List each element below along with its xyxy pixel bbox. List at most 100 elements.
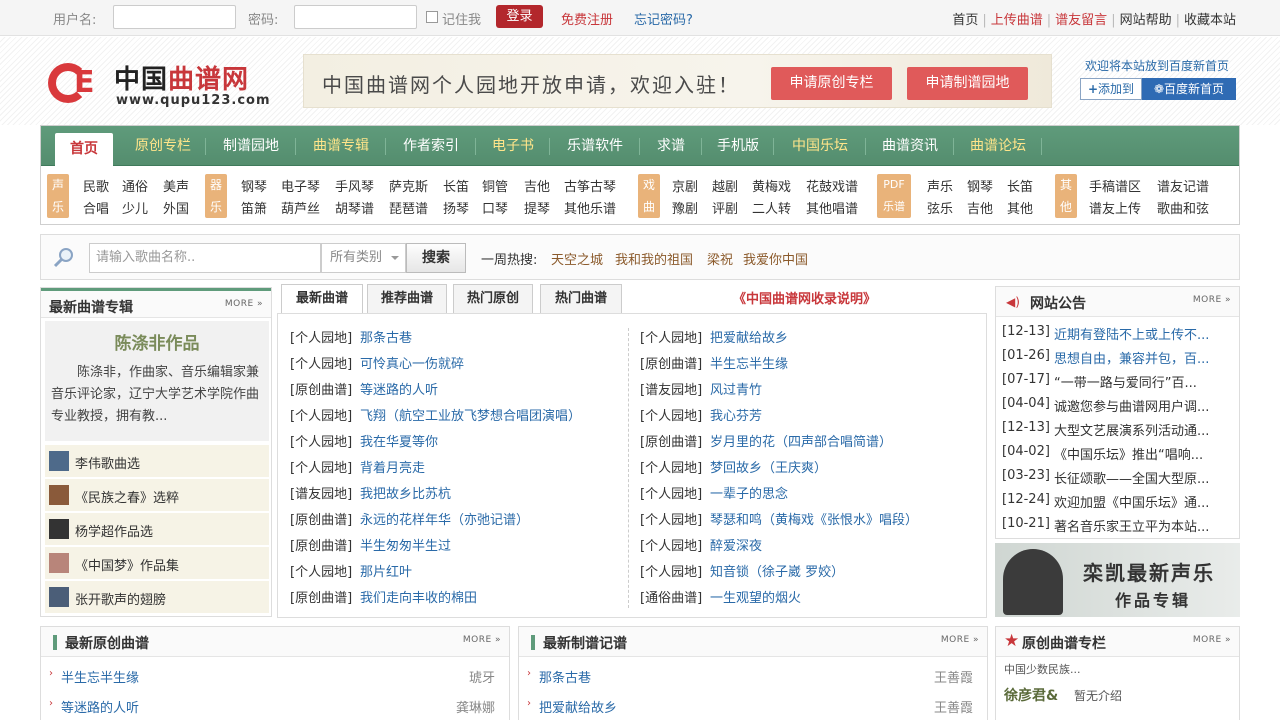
notice-more-link[interactable]: MORE » [1193, 295, 1231, 305]
subnav-link[interactable]: 美声 [163, 176, 189, 195]
tab-latest[interactable]: 最新曲谱 [281, 284, 363, 314]
promo-banner[interactable]: 栾凯最新声乐 作品专辑 [995, 543, 1240, 617]
baidu-homepage-button[interactable]: ❁百度新首页 [1142, 78, 1236, 100]
remember-checkbox[interactable] [426, 11, 438, 23]
tab-hot-scores[interactable]: 热门曲谱 [540, 284, 622, 314]
subnav-link[interactable]: 吉他 [967, 198, 993, 217]
subnav-link[interactable]: 谱友记谱 [1157, 176, 1209, 195]
subnav-link[interactable]: 外国 [163, 198, 189, 217]
subnav-link[interactable]: 评剧 [712, 198, 738, 217]
subnav-link[interactable]: 通俗 [122, 176, 148, 195]
register-link[interactable]: 免费注册 [561, 9, 613, 28]
score-link[interactable]: 半生忘半生缘 [710, 353, 788, 372]
notice-link[interactable]: 大型文艺展演系列活动通... [1054, 420, 1209, 439]
score-link[interactable]: 知音锁（徐子崴 罗姣） [710, 561, 844, 580]
score-link[interactable]: 我心芬芳 [710, 405, 762, 424]
subnav-link[interactable]: 钢琴 [241, 176, 267, 195]
notice-link[interactable]: 著名音乐家王立平为本站... [1054, 516, 1209, 535]
notice-link[interactable]: 诚邀您参与曲谱网用户调... [1054, 396, 1209, 415]
album-link[interactable]: 《中国梦》作品集 [75, 555, 179, 574]
subnav-link[interactable]: 歌曲和弦 [1157, 198, 1209, 217]
subnav-link[interactable]: 少儿 [122, 198, 148, 217]
latest-transcription-more[interactable]: MORE » [941, 635, 979, 645]
score-link[interactable]: 把爱献给故乡 [710, 327, 788, 346]
subnav-link[interactable]: 古筝古琴 [564, 176, 616, 195]
album-thumb[interactable] [49, 553, 69, 573]
original-score-link[interactable]: 半生忘半生缘 [61, 667, 139, 686]
top-link-bookmark[interactable]: 收藏本站 [1180, 13, 1240, 28]
subnav-link[interactable]: 谱友上传 [1089, 198, 1141, 217]
album-link[interactable]: 《民族之春》选粹 [75, 487, 179, 506]
nav-china-music[interactable]: 中国乐坛 [775, 126, 865, 166]
subnav-link[interactable]: 提琴 [524, 198, 550, 217]
transcription-link[interactable]: 把爱献给故乡 [539, 697, 617, 716]
subnav-link[interactable]: 其他 [1007, 198, 1033, 217]
subnav-link[interactable]: 铜管 [482, 176, 508, 195]
subnav-link[interactable]: 电子琴 [281, 176, 320, 195]
nav-forum[interactable]: 曲谱论坛 [955, 126, 1041, 166]
hot-word[interactable]: 梁祝 [707, 249, 733, 268]
album-link[interactable]: 李伟歌曲选 [75, 453, 140, 472]
subnav-link[interactable]: 琵琶谱 [389, 198, 428, 217]
username-input[interactable] [113, 5, 236, 29]
nav-home[interactable]: 首页 [55, 133, 113, 166]
tab-recommended[interactable]: 推荐曲谱 [367, 284, 447, 314]
subnav-link[interactable]: 手稿谱区 [1089, 176, 1141, 195]
search-button[interactable]: 搜索 [406, 243, 466, 273]
score-link[interactable]: 一辈子的思念 [710, 483, 788, 502]
latest-original-more[interactable]: MORE » [463, 635, 501, 645]
subnav-link[interactable]: 二人转 [752, 198, 791, 217]
subnav-link[interactable]: 钢琴 [967, 176, 993, 195]
apply-score-garden-button[interactable]: 申请制谱园地 [907, 67, 1028, 100]
original-score-link[interactable]: 等迷路的人听 [61, 697, 139, 716]
album-more-link[interactable]: MORE » [225, 299, 263, 309]
album-thumb[interactable] [49, 587, 69, 607]
score-link[interactable]: 背着月亮走 [360, 457, 425, 476]
subnav-link[interactable]: 花鼓戏谱 [806, 176, 858, 195]
score-link[interactable]: 半生匆匆半生过 [360, 535, 451, 554]
subnav-link[interactable]: 合唱 [83, 198, 109, 217]
subnav-link[interactable]: 长笛 [443, 176, 469, 195]
subnav-link[interactable]: 越剧 [712, 176, 738, 195]
subnav-link[interactable]: 声乐 [927, 176, 953, 195]
score-link[interactable]: 我在华夏等你 [360, 431, 438, 450]
score-link[interactable]: 琴瑟和鸣（黄梅戏《张恨水》唱段） [710, 509, 918, 528]
score-link[interactable]: 风过青竹 [710, 379, 762, 398]
top-link-guestbook[interactable]: 谱友留言 [1051, 13, 1111, 28]
subnav-link[interactable]: 其他唱谱 [806, 198, 858, 217]
album-feature[interactable]: 陈涤非作品 陈涤非，作曲家、音乐编辑家兼音乐评论家，辽宁大学艺术学院作曲专业教授… [45, 321, 269, 441]
category-select[interactable]: 所有类别 [321, 243, 406, 273]
nav-author-index[interactable]: 作者索引 [387, 126, 475, 166]
notice-link[interactable]: 近期有登陆不上或上传不... [1054, 324, 1209, 343]
nav-original-column[interactable]: 原创专栏 [121, 126, 205, 166]
nav-request-score[interactable]: 求谱 [641, 126, 701, 166]
hot-word[interactable]: 我和我的祖国 [615, 249, 693, 268]
nav-mobile[interactable]: 手机版 [703, 126, 773, 166]
notice-link[interactable]: 《中国乐坛》推出“唱响... [1054, 444, 1203, 463]
subnav-link[interactable]: 笛箫 [241, 198, 267, 217]
score-link[interactable]: 醉爱深夜 [710, 535, 762, 554]
album-thumb[interactable] [49, 485, 69, 505]
hot-word[interactable]: 天空之城 [551, 249, 603, 268]
apply-original-column-button[interactable]: 申请原创专栏 [771, 67, 892, 100]
subnav-link[interactable]: 其他乐谱 [564, 198, 616, 217]
score-link[interactable]: 可怜真心一伤就碎 [360, 353, 464, 372]
score-link[interactable]: 岁月里的花（四声部合唱简谱） [710, 431, 892, 450]
original-column-more[interactable]: MORE » [1193, 635, 1231, 645]
notice-link[interactable]: “一带一路与爱同行”百... [1054, 372, 1197, 391]
subnav-link[interactable]: 葫芦丝 [281, 198, 320, 217]
nav-news[interactable]: 曲谱资讯 [867, 126, 953, 166]
apply-banner[interactable]: 中国曲谱网个人园地开放申请，欢迎入驻！ 申请原创专栏 申请制谱园地 [303, 54, 1052, 108]
top-link-upload[interactable]: 上传曲谱 [987, 13, 1047, 28]
score-link[interactable]: 我把故乡比苏杭 [360, 483, 451, 502]
notice-link[interactable]: 思想自由，兼容并包，百... [1054, 348, 1209, 367]
subnav-link[interactable]: 扬琴 [443, 198, 469, 217]
tab-hot-original[interactable]: 热门原创 [453, 284, 533, 314]
subnav-link[interactable]: 萨克斯 [389, 176, 428, 195]
score-link[interactable]: 飞翔（航空工业放飞梦想合唱团演唱） [360, 405, 581, 424]
score-link[interactable]: 等迷路的人听 [360, 379, 438, 398]
subnav-link[interactable]: 手风琴 [335, 176, 374, 195]
score-link[interactable]: 梦回故乡（王庆爽） [710, 457, 827, 476]
password-input[interactable] [294, 5, 417, 29]
add-to-button[interactable]: +添加到 [1080, 78, 1142, 100]
